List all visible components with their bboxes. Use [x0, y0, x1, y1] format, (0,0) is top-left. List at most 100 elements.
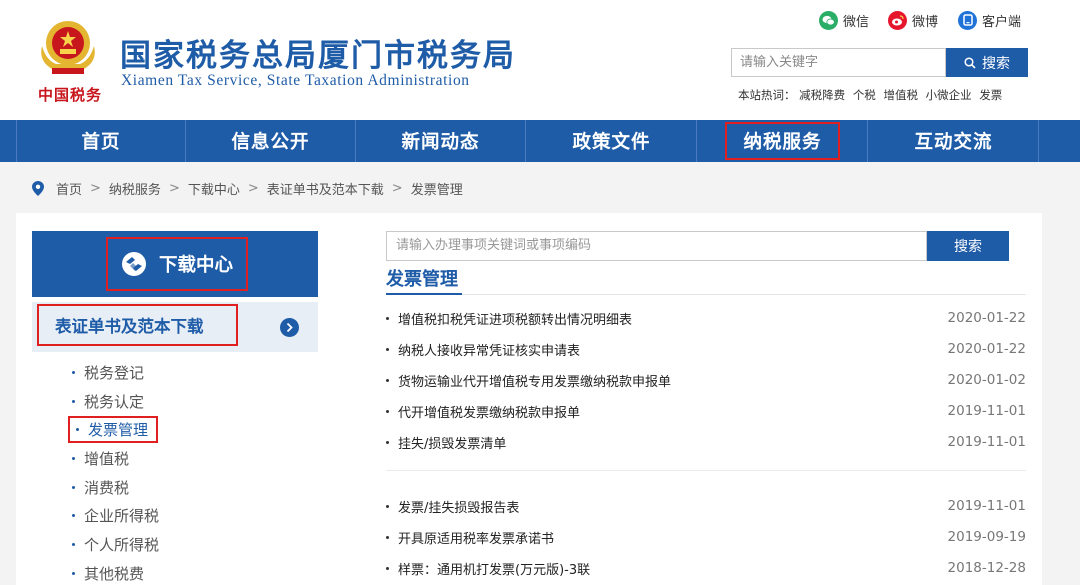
hot-keyword-link[interactable]: 发票 [979, 88, 1002, 102]
document-date: 2019-09-19 [947, 529, 1026, 545]
document-row[interactable]: 增值税扣税凭证进项税额转出情况明细表 2020-01-22 [386, 307, 1026, 329]
sidebar-item-label: 其他税费 [84, 564, 145, 583]
site-search-input[interactable]: 请输入关键字 [731, 48, 946, 77]
nav-item-policy[interactable]: 政策文件 [527, 120, 697, 162]
sidebar-heading-highlight: 下载中心 [106, 237, 248, 291]
document-date: 2020-01-22 [947, 310, 1026, 326]
nav-item-news[interactable]: 新闻动态 [356, 120, 526, 162]
breadcrumb-home[interactable]: 首页 [56, 179, 82, 198]
breadcrumb-separator: > [168, 180, 180, 196]
document-row[interactable]: 挂失/损毁发票清单 2019-11-01 [386, 431, 1026, 453]
bullet-dot [72, 399, 75, 403]
sidebar-item-invoice-management[interactable]: 发票管理 [68, 415, 312, 444]
breadcrumb-download-center[interactable]: 下载中心 [188, 179, 240, 198]
site-title[interactable]: 国家税务总局厦门市税务局 [120, 30, 516, 75]
site-subtitle: Xiamen Tax Service, State Taxation Admin… [121, 72, 470, 89]
sidebar-item-label: 税务认定 [84, 392, 145, 411]
hot-keyword-link[interactable]: 增值税 [883, 88, 918, 102]
nav-item-tax-service[interactable]: 纳税服务 [698, 120, 868, 162]
breadcrumb-separator: > [90, 180, 101, 196]
weibo-icon [888, 10, 907, 30]
sidebar-item-label: 增值税 [84, 449, 130, 468]
breadcrumb-invoice-management[interactable]: 发票管理 [411, 179, 463, 198]
location-pin-icon [32, 180, 44, 196]
document-row[interactable]: 货物运输业代开增值税专用发票缴纳税款申报单 2020-01-02 [386, 369, 1026, 391]
bullet-dot [72, 514, 75, 518]
main-nav: 首页 信息公开 新闻动态 政策文件 纳税服务 互动交流 [0, 120, 1080, 162]
nav-item-label: 新闻动态 [401, 132, 480, 153]
bullet-dot [386, 316, 389, 320]
hot-keyword-link[interactable]: 小微企业 [926, 88, 972, 102]
sidebar-item-label: 税务登记 [84, 363, 145, 382]
sidebar-category-label: 表证单书及范本下载 [37, 304, 238, 346]
bullet-dot [386, 566, 389, 570]
section-title: 发票管理 [386, 269, 458, 290]
document-title: 样票：通用机打发票(万元版)-3联 [398, 562, 591, 578]
breadcrumb-separator: > [391, 180, 403, 196]
sidebar-item-label: 发票管理 [88, 421, 149, 440]
wechat-link[interactable]: 微信 [819, 10, 869, 30]
nav-item-label: 首页 [81, 132, 121, 153]
client-link[interactable]: 客户端 [958, 10, 1021, 30]
document-title: 发票/挂失损毁报告表 [398, 500, 520, 516]
site-header: 中国税务 国家税务总局厦门市税务局 Xiamen Tax Service, St… [0, 0, 1080, 120]
national-emblem-icon [41, 21, 95, 74]
nav-item-label: 信息公开 [231, 132, 310, 153]
chevron-right-icon [280, 318, 299, 337]
breadcrumb-separator: > [247, 180, 259, 196]
sidebar-item-consumption-tax[interactable]: 消费税 [72, 473, 312, 502]
bullet-dot [72, 456, 75, 460]
list-group-divider [386, 470, 1026, 471]
sidebar-item-corporate-income-tax[interactable]: 企业所得税 [72, 501, 312, 530]
wechat-label: 微信 [843, 14, 870, 30]
document-title: 货物运输业代开增值税专用发票缴纳税款申报单 [398, 374, 672, 390]
client-icon [958, 10, 977, 30]
nav-item-home[interactable]: 首页 [16, 120, 186, 162]
bullet-dot [72, 571, 75, 575]
nav-item-info-disclosure[interactable]: 信息公开 [186, 120, 356, 162]
sidebar-item-tax-registration[interactable]: 税务登记 [72, 358, 312, 387]
document-title: 挂失/损毁发票清单 [398, 436, 507, 452]
hot-keyword-link[interactable]: 减税降费 [799, 88, 845, 102]
sidebar-item-other-taxes[interactable]: 其他税费 [72, 559, 312, 585]
breadcrumb-forms-download[interactable]: 表证单书及范本下载 [267, 179, 384, 198]
document-row[interactable]: 纳税人接收异常凭证核实申请表 2020-01-22 [386, 338, 1026, 360]
document-row[interactable]: 样票：通用机打发票(万元版)-3联 2018-12-28 [386, 557, 1026, 579]
sidebar-item-individual-income-tax[interactable]: 个人所得税 [72, 530, 312, 559]
nav-item-label: 纳税服务 [725, 122, 840, 160]
item-search-button[interactable]: 搜索 [927, 231, 1009, 261]
document-title: 代开增值税发票缴纳税款申报单 [398, 405, 581, 421]
weibo-label: 微博 [912, 14, 939, 30]
brand-script-logo: 中国税务 [38, 86, 103, 104]
site-search-label: 搜索 [982, 55, 1010, 72]
document-date: 2019-11-01 [947, 498, 1026, 514]
document-row[interactable]: 开具原适用税率发票承诺书 2019-09-19 [386, 526, 1026, 548]
sidebar-item-label: 企业所得税 [84, 507, 160, 526]
nav-item-interaction[interactable]: 互动交流 [869, 120, 1039, 162]
sidebar-item-highlight: 发票管理 [68, 416, 159, 444]
hot-keyword-link[interactable]: 个税 [853, 88, 876, 102]
bullet-dot [386, 409, 389, 413]
weibo-link[interactable]: 微博 [888, 10, 938, 30]
bullet-dot [72, 542, 75, 546]
bullet-dot [386, 440, 389, 444]
document-row[interactable]: 发票/挂失损毁报告表 2019-11-01 [386, 495, 1026, 517]
document-date: 2020-01-02 [947, 372, 1026, 388]
breadcrumb-tax-service[interactable]: 纳税服务 [109, 179, 161, 198]
item-search-input[interactable]: 请输入办理事项关键词或事项编码 [386, 231, 927, 261]
site-search-button[interactable]: 搜索 [946, 48, 1028, 77]
section-divider-accent [386, 293, 462, 295]
document-title: 增值税扣税凭证进项税额转出情况明细表 [398, 312, 633, 328]
bullet-dot [386, 347, 389, 351]
section-divider [386, 293, 1026, 295]
sidebar-item-tax-recognition[interactable]: 税务认定 [72, 387, 312, 416]
client-label: 客户端 [982, 14, 1022, 30]
bullet-dot [386, 378, 389, 382]
sidebar-category-forms[interactable]: 表证单书及范本下载 [32, 302, 318, 352]
nav-item-label: 政策文件 [572, 132, 651, 153]
document-date: 2018-12-28 [947, 560, 1026, 576]
document-row[interactable]: 代开增值税发票缴纳税款申报单 2019-11-01 [386, 400, 1026, 422]
search-icon [964, 56, 976, 69]
document-date: 2019-11-01 [947, 403, 1026, 419]
sidebar-item-vat[interactable]: 增值税 [72, 444, 312, 473]
